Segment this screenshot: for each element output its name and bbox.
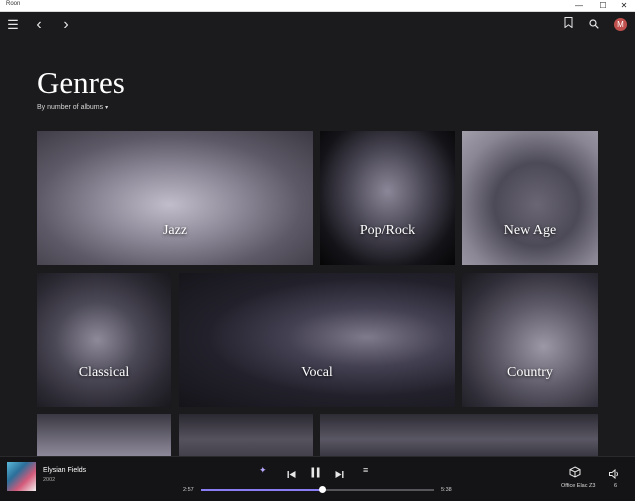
- maximize-button[interactable]: ☐: [592, 0, 614, 11]
- sort-label: By number of albums: [37, 104, 104, 111]
- window-title: Roon: [6, 1, 21, 7]
- chevron-down-icon: ▾: [105, 105, 109, 111]
- genre-label: Pop/Rock: [359, 223, 416, 238]
- volume-icon[interactable]: [609, 466, 620, 484]
- genre-tile[interactable]: [179, 414, 313, 456]
- seek-bar[interactable]: [201, 489, 434, 491]
- sort-dropdown[interactable]: By number of albums ▾: [37, 104, 108, 111]
- queue-icon[interactable]: ≡: [363, 465, 368, 475]
- genre-tile-jazz[interactable]: Jazz: [37, 131, 313, 265]
- bookmark-icon[interactable]: [560, 17, 576, 33]
- page-title: Genres: [37, 65, 125, 100]
- pause-button[interactable]: [310, 465, 321, 483]
- genre-tile-country[interactable]: Country: [462, 273, 598, 407]
- genre-tile-new-age[interactable]: New Age: [462, 131, 598, 265]
- genre-tile-classical[interactable]: Classical: [37, 273, 171, 407]
- avatar[interactable]: M: [614, 18, 627, 31]
- genre-label: Classical: [78, 365, 130, 380]
- seek-knob[interactable]: [318, 486, 326, 493]
- genre-label: New Age: [503, 223, 557, 238]
- close-button[interactable]: ✕: [613, 0, 635, 11]
- genre-tile-pop-rock[interactable]: Pop/Rock: [320, 131, 455, 265]
- prev-button[interactable]: [287, 466, 296, 484]
- zone-name[interactable]: Office Elac Z3: [561, 483, 595, 489]
- genre-label: Country: [507, 365, 553, 380]
- minimize-button[interactable]: —: [568, 0, 590, 11]
- next-button[interactable]: [335, 466, 344, 484]
- back-icon[interactable]: ‹: [31, 17, 47, 33]
- album-art[interactable]: [7, 462, 36, 491]
- radio-icon[interactable]: ✦: [259, 465, 267, 476]
- seek-fill: [201, 489, 323, 491]
- forward-icon[interactable]: ›: [58, 17, 74, 33]
- elapsed-time: 2:57: [183, 487, 194, 493]
- genre-label: Jazz: [162, 223, 188, 238]
- genre-tile[interactable]: [320, 414, 598, 456]
- track-year: 2002: [43, 477, 56, 483]
- window-titlebar: Roon — ☐ ✕: [0, 0, 635, 12]
- genre-tile[interactable]: [37, 414, 171, 456]
- genre-label: Vocal: [301, 365, 333, 380]
- now-playing-bar: Elysian Fields 2002 ✦ ≡ 2:57 5:38 Office…: [0, 456, 635, 501]
- zone-icon[interactable]: [569, 465, 581, 483]
- volume-level: 6: [614, 483, 618, 489]
- search-icon[interactable]: [586, 17, 602, 33]
- menu-icon[interactable]: ☰: [5, 17, 21, 33]
- track-title[interactable]: Elysian Fields: [43, 467, 86, 474]
- genre-tile-vocal[interactable]: Vocal: [179, 273, 455, 407]
- top-toolbar: ☰ ‹ › M: [0, 12, 635, 40]
- total-time: 5:38: [441, 487, 452, 493]
